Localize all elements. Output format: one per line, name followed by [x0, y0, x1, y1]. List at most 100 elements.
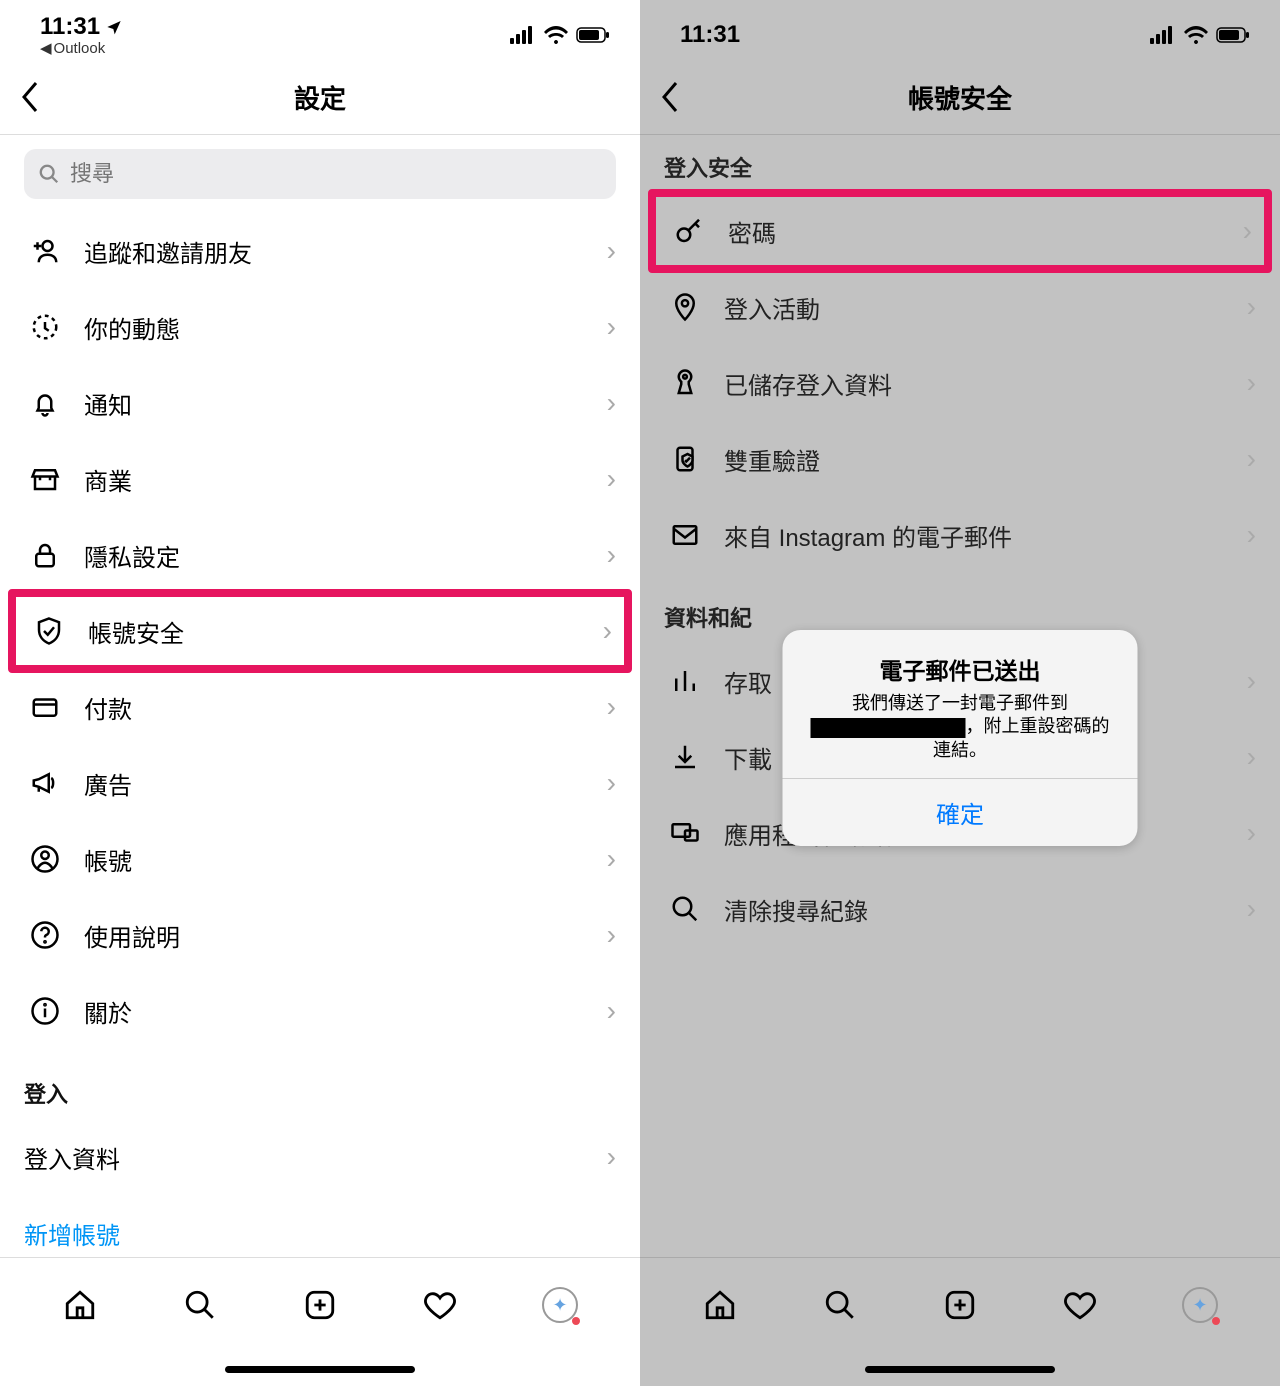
- alert-message: 我們傳送了一封電子郵件到 ，附上重設密碼的連結。: [803, 692, 1118, 762]
- keyhole-icon: [664, 368, 706, 398]
- avatar-icon: ✦: [1182, 1287, 1218, 1323]
- business-icon: [24, 464, 66, 494]
- chevron-right-icon: ›: [607, 235, 616, 267]
- row-security[interactable]: 帳號安全 ›: [8, 589, 632, 673]
- activity-icon: [24, 312, 66, 342]
- home-indicator: [0, 1352, 640, 1386]
- search-icon: [664, 894, 706, 924]
- row-label: 登入活動: [724, 290, 1247, 325]
- row-label: 清除搜尋紀錄: [724, 892, 1247, 927]
- row-notifications[interactable]: 通知 ›: [0, 365, 640, 441]
- chevron-right-icon: ›: [607, 767, 616, 799]
- row-about[interactable]: 關於 ›: [0, 973, 640, 1049]
- chevron-right-icon: ›: [1247, 519, 1256, 551]
- back-caret-icon: ◀: [40, 39, 52, 57]
- login-security-section: 登入安全: [640, 135, 1280, 193]
- pin-icon: [664, 292, 706, 322]
- nav-bar: 帳號安全: [640, 60, 1280, 135]
- security-screen: 11:31 帳號安全 登入安全 密碼 › 登入活動 › 已儲存登入資料 ›: [640, 0, 1280, 1386]
- row-label: 商業: [84, 462, 607, 497]
- status-time: 11:31: [680, 21, 740, 49]
- search-input[interactable]: [70, 161, 602, 187]
- alert-msg-pre: 我們傳送了一封電子郵件到: [852, 693, 1068, 713]
- location-icon: [106, 19, 122, 35]
- help-icon: [24, 920, 66, 950]
- chevron-right-icon: ›: [603, 615, 612, 647]
- row-label: 帳號: [84, 842, 607, 877]
- alert-title: 電子郵件已送出: [803, 652, 1118, 686]
- apps-icon: [664, 818, 706, 848]
- chevron-right-icon: ›: [607, 463, 616, 495]
- row-clear-search[interactable]: 清除搜尋紀錄 ›: [640, 871, 1280, 947]
- battery-icon: [1216, 27, 1250, 43]
- row-label: 追蹤和邀請朋友: [84, 234, 607, 269]
- info-icon: [24, 996, 66, 1026]
- nav-search[interactable]: [818, 1283, 862, 1327]
- lock-icon: [24, 540, 66, 570]
- bell-icon: [24, 388, 66, 418]
- nav-add[interactable]: [938, 1283, 982, 1327]
- row-business[interactable]: 商業 ›: [0, 441, 640, 517]
- back-to-app[interactable]: ◀ Outlook: [40, 39, 122, 57]
- chevron-right-icon: ›: [607, 311, 616, 343]
- nav-profile[interactable]: ✦: [538, 1283, 582, 1327]
- chevron-right-icon: ›: [607, 387, 616, 419]
- row-login-info[interactable]: 登入資料 ›: [0, 1119, 640, 1195]
- row-label: 來自 Instagram 的電子郵件: [724, 518, 1247, 553]
- chevron-right-icon: ›: [607, 1141, 616, 1173]
- mail-icon: [664, 520, 706, 550]
- nav-home[interactable]: [58, 1283, 102, 1327]
- status-right-icons: [510, 26, 610, 44]
- row-label: 登入資料: [24, 1140, 607, 1175]
- 2fa-icon: [664, 444, 706, 474]
- settings-screen: 11:31 ◀ Outlook 設定 追蹤和邀請朋友 ›: [0, 0, 640, 1386]
- nav-activity[interactable]: [418, 1283, 462, 1327]
- nav-activity[interactable]: [1058, 1283, 1102, 1327]
- chevron-right-icon: ›: [607, 691, 616, 723]
- back-button[interactable]: [660, 81, 680, 113]
- nav-title: 帳號安全: [640, 79, 1280, 116]
- nav-add[interactable]: [298, 1283, 342, 1327]
- row-label: 已儲存登入資料: [724, 366, 1247, 401]
- row-label: 帳號安全: [88, 614, 603, 649]
- nav-home[interactable]: [698, 1283, 742, 1327]
- chevron-right-icon: ›: [607, 995, 616, 1027]
- row-ads[interactable]: 廣告 ›: [0, 745, 640, 821]
- bottom-nav: ✦: [640, 1257, 1280, 1352]
- chevron-right-icon: ›: [1247, 291, 1256, 323]
- row-login-activity[interactable]: 登入活動 ›: [640, 269, 1280, 345]
- row-activity[interactable]: 你的動態 ›: [0, 289, 640, 365]
- row-add-account[interactable]: 新增帳號: [0, 1195, 640, 1257]
- row-payments[interactable]: 付款 ›: [0, 669, 640, 745]
- status-bar: 11:31 ◀ Outlook: [0, 0, 640, 60]
- battery-icon: [576, 27, 610, 43]
- megaphone-icon: [24, 768, 66, 798]
- status-time: 11:31: [40, 13, 100, 41]
- signal-icon: [1150, 26, 1176, 44]
- row-privacy[interactable]: 隱私設定 ›: [0, 517, 640, 593]
- row-label: 付款: [84, 690, 607, 725]
- status-bar: 11:31: [640, 0, 1280, 60]
- row-account[interactable]: 帳號 ›: [0, 821, 640, 897]
- nav-profile[interactable]: ✦: [1178, 1283, 1222, 1327]
- row-follow-invite[interactable]: 追蹤和邀請朋友 ›: [0, 213, 640, 289]
- chevron-right-icon: ›: [607, 919, 616, 951]
- row-label: 密碼: [728, 214, 1243, 249]
- nav-bar: 設定: [0, 60, 640, 135]
- row-label: 廣告: [84, 766, 607, 801]
- search-box[interactable]: [24, 149, 616, 199]
- row-2fa[interactable]: 雙重驗證 ›: [640, 421, 1280, 497]
- home-indicator: [640, 1352, 1280, 1386]
- row-emails[interactable]: 來自 Instagram 的電子郵件 ›: [640, 497, 1280, 573]
- row-label: 你的動態: [84, 310, 607, 345]
- back-button[interactable]: [20, 81, 40, 113]
- alert-ok-button[interactable]: 確定: [783, 778, 1138, 846]
- nav-search[interactable]: [178, 1283, 222, 1327]
- row-password[interactable]: 密碼 ›: [648, 189, 1272, 273]
- row-help[interactable]: 使用說明 ›: [0, 897, 640, 973]
- wifi-icon: [544, 26, 568, 44]
- row-label: 通知: [84, 386, 607, 421]
- row-saved-login[interactable]: 已儲存登入資料 ›: [640, 345, 1280, 421]
- chevron-right-icon: ›: [1247, 367, 1256, 399]
- search-icon: [38, 163, 60, 185]
